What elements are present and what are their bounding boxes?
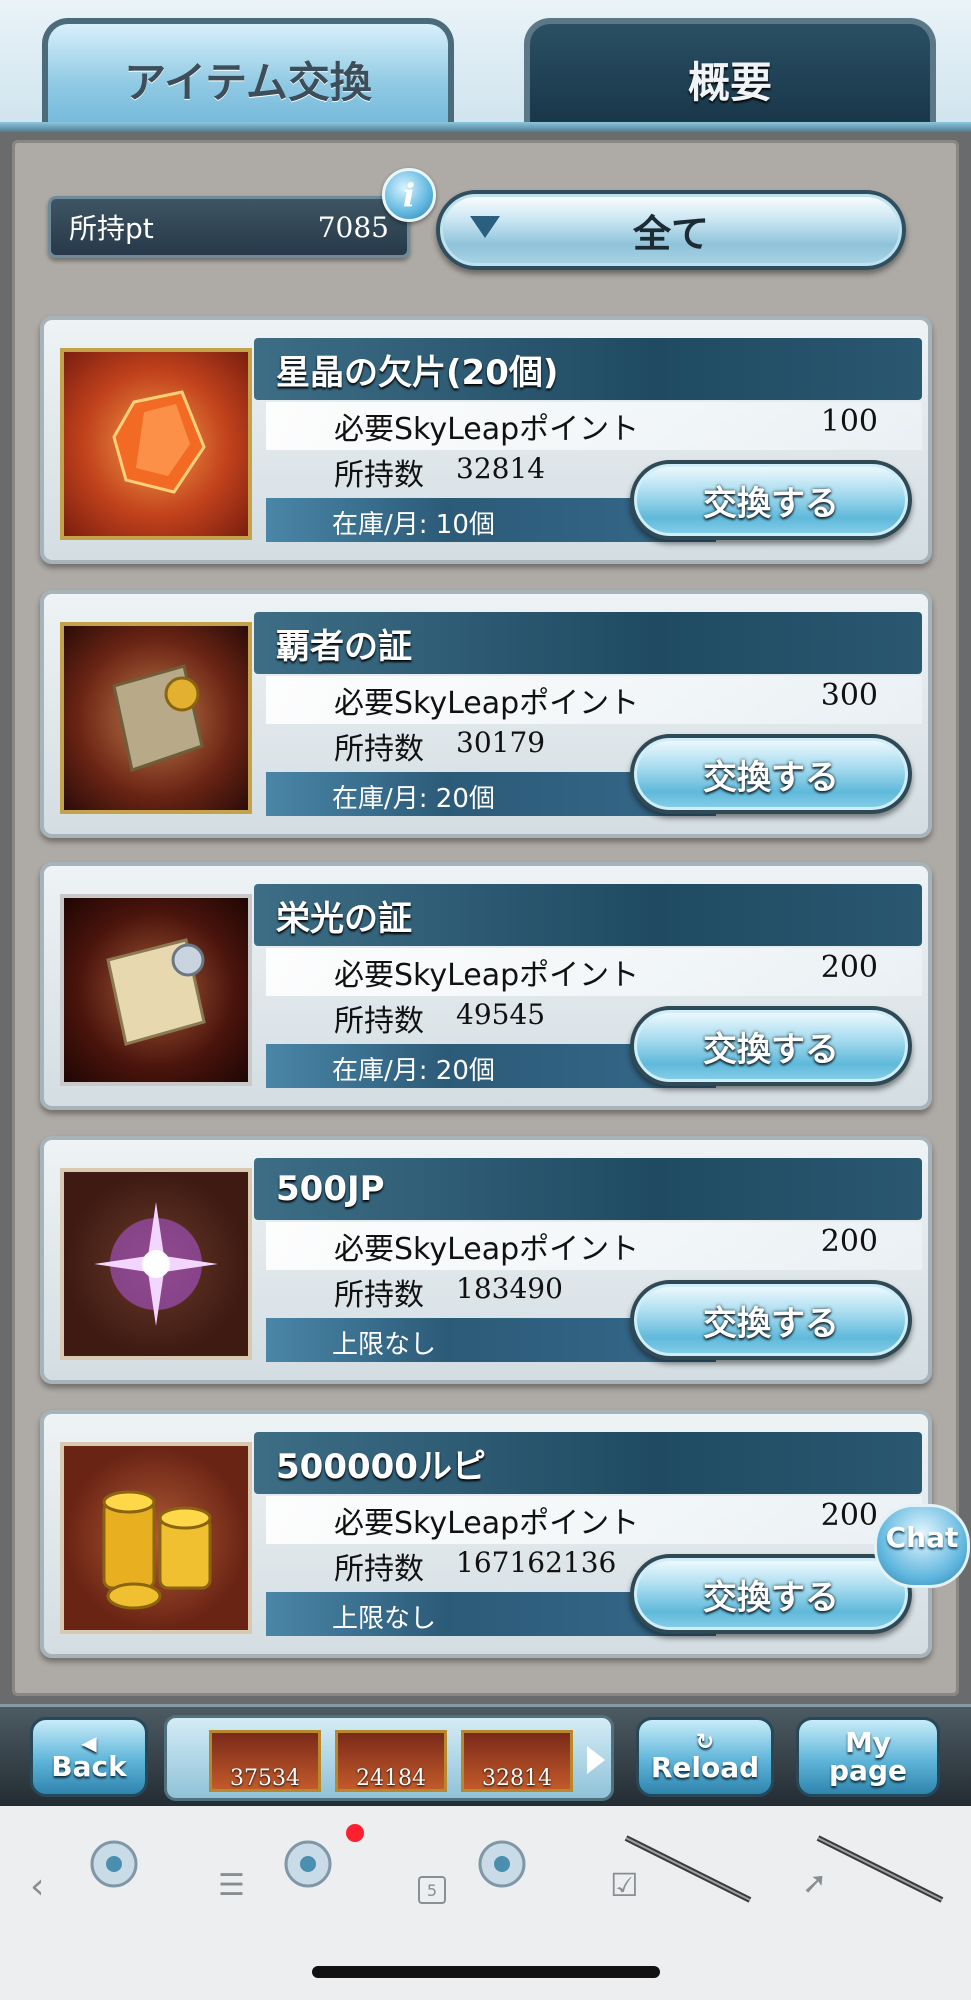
required-value: 100 xyxy=(820,404,878,439)
menu-icon[interactable]: ☰ xyxy=(218,1868,245,1903)
tab-item-exchange[interactable]: アイテム交換 xyxy=(42,18,454,134)
app-thumbnail-icon xyxy=(478,1840,526,1888)
tray-count: 37534 xyxy=(230,1766,300,1791)
stock-text: 上限なし xyxy=(332,1604,437,1634)
tabs-icon[interactable]: 5 xyxy=(418,1876,446,1904)
crystal-shard-icon xyxy=(60,348,252,540)
required-label: 必要SkyLeapポイント xyxy=(334,958,640,993)
stock-text: 在庫/月: 20個 xyxy=(332,784,495,814)
item-card: 500JP 必要SkyLeapポイント 200 所持数 183490 上限なし … xyxy=(40,1136,932,1384)
reload-label: Reload xyxy=(650,1751,760,1784)
item-card: 覇者の証 必要SkyLeapポイント 300 所持数 30179 在庫/月: 2… xyxy=(40,590,932,838)
exchange-button-label: 交換する xyxy=(703,1029,839,1070)
mypage-button[interactable]: My page xyxy=(796,1717,940,1797)
mypage-label-2: page xyxy=(829,1754,907,1787)
item-name: 覇者の証 xyxy=(276,626,412,667)
required-value: 200 xyxy=(820,1498,878,1533)
points-label: 所持pt xyxy=(69,212,154,245)
required-label: 必要SkyLeapポイント xyxy=(334,686,640,721)
notification-dot xyxy=(346,1824,364,1842)
tab-bar: アイテム交換 概要 xyxy=(0,0,971,134)
required-label: 必要SkyLeapポイント xyxy=(334,412,640,447)
tray-next-arrow-icon[interactable] xyxy=(587,1746,605,1774)
stock-text: 在庫/月: 10個 xyxy=(332,510,495,540)
tab-item-exchange-label: アイテム交換 xyxy=(124,57,372,107)
sword-icon xyxy=(624,1835,752,1903)
owned-label: 所持数 xyxy=(334,458,424,493)
tray-item: 37534 xyxy=(209,1730,321,1792)
item-name: 栄光の証 xyxy=(276,898,412,939)
stock-text: 在庫/月: 20個 xyxy=(332,1056,495,1086)
owned-value: 49545 xyxy=(456,998,546,1031)
exchange-button[interactable]: 交換する xyxy=(630,1554,912,1634)
tab-overview-label: 概要 xyxy=(687,57,772,107)
exchange-button[interactable]: 交換する xyxy=(630,1006,912,1086)
required-label: 必要SkyLeapポイント xyxy=(334,1506,640,1541)
exchange-button-label: 交換する xyxy=(703,483,839,524)
filter-label: 全て xyxy=(632,211,709,256)
filter-dropdown[interactable]: 全て xyxy=(436,190,906,270)
required-label: 必要SkyLeapポイント xyxy=(334,1232,640,1267)
item-name: 500JP xyxy=(276,1169,385,1209)
tray-item: 32814 xyxy=(461,1730,573,1792)
required-value: 200 xyxy=(820,950,878,985)
owned-label: 所持数 xyxy=(334,1278,424,1313)
tray-count: 24184 xyxy=(356,1766,426,1791)
required-value: 300 xyxy=(820,678,878,713)
owned-value: 32814 xyxy=(456,452,546,485)
champion-scroll-icon xyxy=(60,622,252,814)
chat-button[interactable]: Chat xyxy=(874,1504,970,1588)
owned-value: 30179 xyxy=(456,726,546,759)
back-button[interactable]: ◀ Back xyxy=(30,1717,148,1797)
item-card: 栄光の証 必要SkyLeapポイント 200 所持数 49545 在庫/月: 2… xyxy=(40,862,932,1110)
sword-icon xyxy=(816,1835,944,1903)
required-value: 200 xyxy=(820,1224,878,1259)
exchange-button[interactable]: 交換する xyxy=(630,734,912,814)
app-thumbnail-icon xyxy=(284,1840,332,1888)
glory-scroll-icon xyxy=(60,894,252,1086)
mypage-label-1: My xyxy=(844,1726,892,1759)
tab-divider xyxy=(0,122,971,132)
tray-count: 32814 xyxy=(482,1766,552,1791)
exchange-button-label: 交換する xyxy=(703,757,839,798)
points-value: 7085 xyxy=(317,210,389,244)
owned-value: 167162136 xyxy=(456,1546,617,1579)
points-box: 所持pt 7085 xyxy=(48,196,410,258)
gold-coins-icon xyxy=(60,1442,252,1634)
game-bottom-bar: ◀ Back 37534 24184 32814 ↻ Reload My pag… xyxy=(0,1704,971,1809)
tab-overview[interactable]: 概要 xyxy=(524,18,936,134)
owned-label: 所持数 xyxy=(334,1552,424,1587)
reload-button[interactable]: ↻ Reload xyxy=(636,1717,774,1797)
stock-text: 上限なし xyxy=(332,1330,437,1360)
back-arrow-icon[interactable]: ‹ xyxy=(30,1866,44,1907)
exchange-button-label: 交換する xyxy=(703,1577,839,1618)
owned-label: 所持数 xyxy=(334,732,424,767)
chat-label: Chat xyxy=(885,1521,959,1554)
back-label: Back xyxy=(51,1750,127,1783)
item-card: 星晶の欠片(20個) 必要SkyLeapポイント 100 所持数 32814 在… xyxy=(40,316,932,564)
item-card: 500000ルピ 必要SkyLeapポイント 200 所持数 167162136… xyxy=(40,1410,932,1658)
home-indicator xyxy=(312,1966,660,1978)
tray-item: 24184 xyxy=(335,1730,447,1792)
owned-label: 所持数 xyxy=(334,1004,424,1039)
item-name: 星晶の欠片(20個) xyxy=(276,352,559,393)
purple-star-icon xyxy=(60,1168,252,1360)
exchange-button[interactable]: 交換する xyxy=(630,460,912,540)
item-tray: 37534 24184 32814 xyxy=(164,1715,614,1801)
exchange-button-label: 交換する xyxy=(703,1303,839,1344)
tab-count: 5 xyxy=(426,1880,438,1900)
owned-value: 183490 xyxy=(456,1272,563,1305)
exchange-button[interactable]: 交換する xyxy=(630,1280,912,1360)
app-thumbnail-icon xyxy=(90,1840,138,1888)
item-name: 500000ルピ xyxy=(276,1446,486,1487)
info-icon[interactable]: i xyxy=(382,168,436,222)
